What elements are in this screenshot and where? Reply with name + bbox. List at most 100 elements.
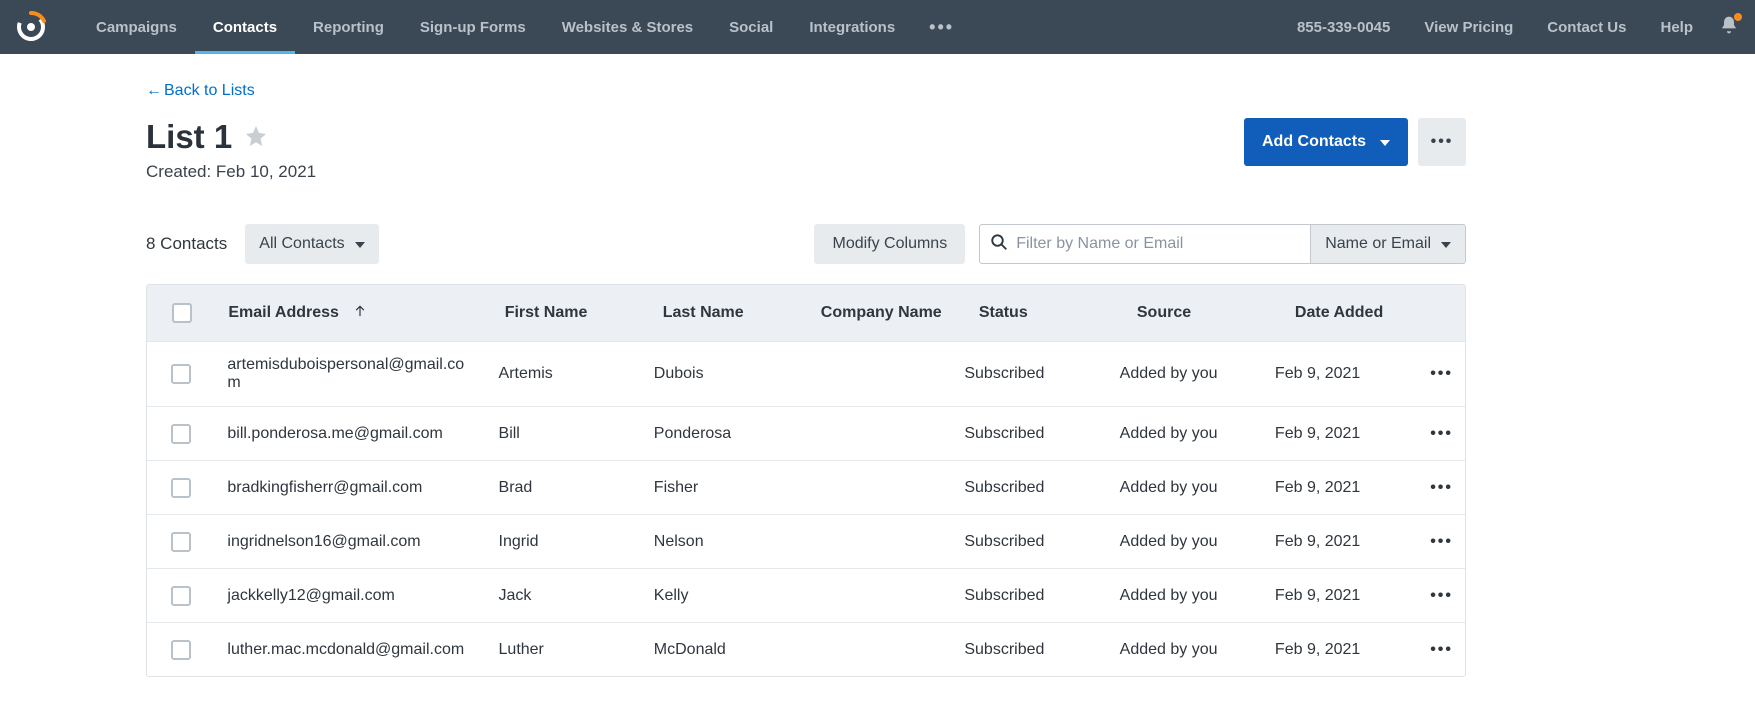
cell-status: Subscribed bbox=[952, 533, 1107, 551]
cell-first-name: Brad bbox=[487, 479, 642, 497]
nav-item-campaigns[interactable]: Campaigns bbox=[78, 0, 195, 54]
table-header: Email Address First Name Last Name Compa… bbox=[147, 285, 1465, 341]
search-icon bbox=[990, 233, 1008, 255]
cell-status: Subscribed bbox=[952, 365, 1107, 383]
row-checkbox[interactable] bbox=[171, 478, 191, 498]
contacts-table: Email Address First Name Last Name Compa… bbox=[146, 284, 1466, 677]
nav-item-contacts[interactable]: Contacts bbox=[195, 0, 295, 54]
row-actions-icon[interactable]: ••• bbox=[1430, 587, 1453, 605]
cell-first-name: Luther bbox=[487, 641, 642, 659]
filter-dropdown[interactable]: All Contacts bbox=[245, 224, 378, 264]
table-row[interactable]: jackkelly12@gmail.comJackKelly Subscribed… bbox=[147, 568, 1465, 622]
modify-columns-label: Modify Columns bbox=[832, 235, 947, 253]
cell-email: jackkelly12@gmail.com bbox=[215, 587, 486, 605]
page: ← Back to Lists List 1 Created: Feb 10, … bbox=[146, 54, 1526, 677]
table-row[interactable]: artemisduboispersonal@gmail.comArtemisDu… bbox=[147, 341, 1465, 406]
cell-source: Added by you bbox=[1108, 479, 1263, 497]
row-actions-icon[interactable]: ••• bbox=[1430, 641, 1453, 659]
col-date-added[interactable]: Date Added bbox=[1283, 304, 1441, 322]
nav-more-icon[interactable]: ••• bbox=[913, 0, 970, 54]
nav-item-integrations[interactable]: Integrations bbox=[791, 0, 913, 54]
row-actions-icon[interactable]: ••• bbox=[1430, 425, 1453, 443]
cell-first-name: Jack bbox=[487, 587, 642, 605]
cell-first-name: Artemis bbox=[487, 365, 642, 383]
cell-email: artemisduboispersonal@gmail.com bbox=[215, 356, 486, 392]
cell-status: Subscribed bbox=[952, 479, 1107, 497]
cell-date: Feb 9, 2021 bbox=[1263, 425, 1418, 443]
cell-email: bradkingfisherr@gmail.com bbox=[215, 479, 486, 497]
col-last-name[interactable]: Last Name bbox=[651, 304, 809, 322]
sort-ascending-icon bbox=[353, 304, 367, 323]
table-row[interactable]: ingridnelson16@gmail.comIngridNelson Subs… bbox=[147, 514, 1465, 568]
cell-first-name: Ingrid bbox=[487, 533, 642, 551]
nav-item-sign-up-forms[interactable]: Sign-up Forms bbox=[402, 0, 544, 54]
cell-status: Subscribed bbox=[952, 587, 1107, 605]
cell-last-name: Kelly bbox=[642, 587, 797, 605]
nav-item-reporting[interactable]: Reporting bbox=[295, 0, 402, 54]
add-contacts-button[interactable]: Add Contacts bbox=[1244, 118, 1408, 166]
page-title: List 1 bbox=[146, 118, 316, 156]
row-checkbox[interactable] bbox=[171, 424, 191, 444]
back-label: Back to Lists bbox=[164, 82, 255, 100]
cell-date: Feb 9, 2021 bbox=[1263, 479, 1418, 497]
select-all-checkbox[interactable] bbox=[172, 303, 192, 323]
cell-last-name: McDonald bbox=[642, 641, 797, 659]
back-to-lists-link[interactable]: ← Back to Lists bbox=[146, 82, 1466, 100]
row-actions-icon[interactable]: ••• bbox=[1430, 365, 1453, 383]
nav-item-social[interactable]: Social bbox=[711, 0, 791, 54]
notifications-icon[interactable] bbox=[1719, 15, 1739, 39]
topbar: CampaignsContactsReportingSign-up FormsW… bbox=[0, 0, 1755, 54]
cell-status: Subscribed bbox=[952, 641, 1107, 659]
view-pricing-link[interactable]: View Pricing bbox=[1424, 19, 1513, 36]
cell-first-name: Bill bbox=[487, 425, 642, 443]
cell-date: Feb 9, 2021 bbox=[1263, 533, 1418, 551]
logo[interactable] bbox=[12, 8, 50, 46]
search-field-select[interactable]: Name or Email bbox=[1310, 225, 1465, 263]
main-nav: CampaignsContactsReportingSign-up FormsW… bbox=[78, 0, 913, 54]
modify-columns-button[interactable]: Modify Columns bbox=[814, 224, 965, 264]
row-checkbox[interactable] bbox=[171, 640, 191, 660]
col-email-label: Email Address bbox=[228, 304, 339, 322]
cell-last-name: Nelson bbox=[642, 533, 797, 551]
dots-icon: ••• bbox=[1431, 133, 1454, 151]
table-row[interactable]: bill.ponderosa.me@gmail.comBillPonderosa… bbox=[147, 406, 1465, 460]
row-checkbox[interactable] bbox=[171, 532, 191, 552]
help-link[interactable]: Help bbox=[1660, 19, 1693, 36]
chevron-down-icon bbox=[1441, 235, 1451, 253]
col-status[interactable]: Status bbox=[967, 304, 1125, 322]
contact-us-link[interactable]: Contact Us bbox=[1547, 19, 1626, 36]
cell-email: ingridnelson16@gmail.com bbox=[215, 533, 486, 551]
nav-item-websites-stores[interactable]: Websites & Stores bbox=[544, 0, 711, 54]
row-actions-icon[interactable]: ••• bbox=[1430, 533, 1453, 551]
filter-dropdown-label: All Contacts bbox=[259, 235, 344, 253]
row-actions-icon[interactable]: ••• bbox=[1430, 479, 1453, 497]
search: Name or Email bbox=[979, 224, 1466, 264]
star-icon[interactable] bbox=[244, 118, 268, 156]
row-checkbox[interactable] bbox=[171, 586, 191, 606]
add-contacts-label: Add Contacts bbox=[1262, 133, 1366, 151]
created-text: Created: Feb 10, 2021 bbox=[146, 162, 316, 182]
col-source[interactable]: Source bbox=[1125, 304, 1283, 322]
chevron-down-icon bbox=[1380, 133, 1390, 151]
cell-source: Added by you bbox=[1108, 587, 1263, 605]
cell-source: Added by you bbox=[1108, 425, 1263, 443]
cell-email: luther.mac.mcdonald@gmail.com bbox=[215, 641, 486, 659]
list-title: List 1 bbox=[146, 118, 232, 156]
cell-source: Added by you bbox=[1108, 533, 1263, 551]
table-row[interactable]: bradkingfisherr@gmail.comBradFisher Subsc… bbox=[147, 460, 1465, 514]
more-actions-button[interactable]: ••• bbox=[1418, 118, 1466, 166]
col-company[interactable]: Company Name bbox=[809, 304, 967, 322]
cell-last-name: Fisher bbox=[642, 479, 797, 497]
row-checkbox[interactable] bbox=[171, 364, 191, 384]
col-first-name[interactable]: First Name bbox=[493, 304, 651, 322]
cell-email: bill.ponderosa.me@gmail.com bbox=[215, 425, 486, 443]
cell-date: Feb 9, 2021 bbox=[1263, 365, 1418, 383]
col-email[interactable]: Email Address bbox=[216, 304, 492, 323]
search-input[interactable] bbox=[1016, 235, 1300, 253]
cell-last-name: Ponderosa bbox=[642, 425, 797, 443]
cell-last-name: Dubois bbox=[642, 365, 797, 383]
table-row[interactable]: luther.mac.mcdonald@gmail.comLutherMcDon… bbox=[147, 622, 1465, 676]
right-links: 855-339-0045 View Pricing Contact Us Hel… bbox=[1297, 0, 1693, 54]
cell-source: Added by you bbox=[1108, 365, 1263, 383]
phone-link[interactable]: 855-339-0045 bbox=[1297, 19, 1390, 36]
